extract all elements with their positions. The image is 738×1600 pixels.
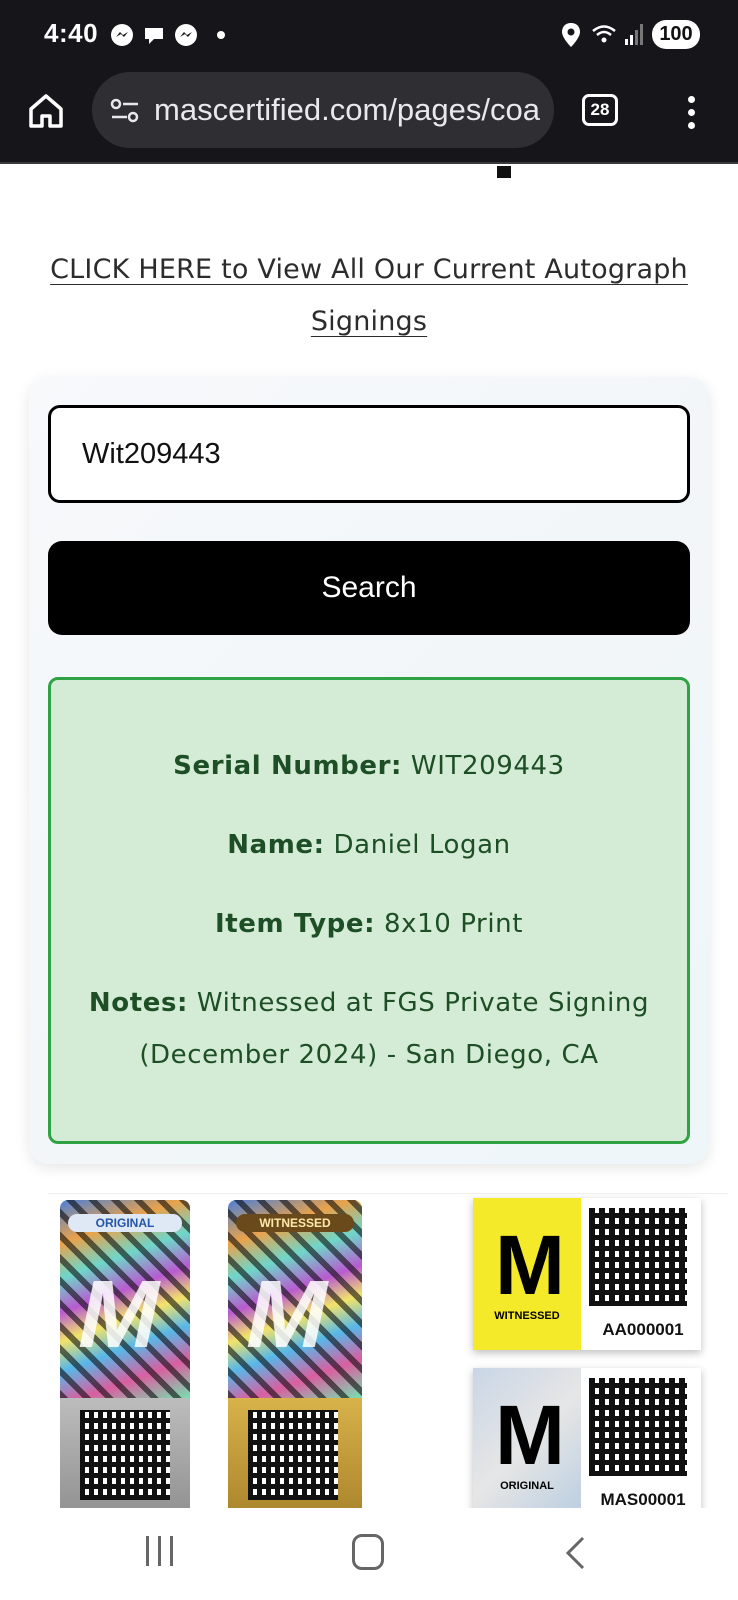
item-type-row: Item Type: 8x10 Print	[71, 898, 667, 950]
holo-sticker-original: ORIGINAL M	[60, 1200, 190, 1508]
address-bar[interactable]: mascertified.com/pages/coa	[92, 72, 554, 148]
notes-label: Notes:	[88, 988, 189, 1018]
holo-witnessed-label: WITNESSED	[236, 1214, 354, 1232]
notes-row: Notes: Witnessed at FGS Private Signing …	[71, 977, 667, 1081]
mas-logo-icon: M	[495, 1218, 565, 1312]
qr-code-icon	[589, 1208, 687, 1306]
signal-icon	[625, 24, 643, 45]
serial-number-label: Serial Number:	[173, 751, 403, 781]
sticker-original-code: MAS00001	[600, 1490, 686, 1508]
location-icon	[562, 23, 580, 47]
browser-toolbar: mascertified.com/pages/coa 28	[0, 70, 738, 164]
chat-icon	[145, 28, 163, 44]
sticker-original-sub: ORIGINAL	[500, 1480, 554, 1492]
battery-icon: 100	[652, 20, 700, 49]
system-nav-bar	[0, 1508, 738, 1600]
name-value: Daniel Logan	[333, 830, 511, 860]
item-type-label: Item Type:	[214, 909, 376, 939]
notes-value: Witnessed at FGS Private Signing (Decemb…	[139, 988, 650, 1070]
authentication-labels-image: ORIGINAL M WITNESSED M M WITNESSED AA000…	[48, 1193, 728, 1508]
back-icon[interactable]	[564, 1536, 586, 1570]
qr-code-icon	[80, 1410, 170, 1500]
url-text[interactable]: mascertified.com/pages/coa	[154, 92, 540, 128]
witnessed-sticker: M WITNESSED AA000001	[473, 1198, 701, 1350]
holo-sticker-witnessed: WITNESSED M	[228, 1200, 362, 1508]
item-type-value: 8x10 Print	[383, 909, 524, 939]
serial-search-input[interactable]	[48, 405, 690, 503]
home-button-icon[interactable]	[352, 1534, 384, 1570]
qr-code-icon	[589, 1378, 687, 1476]
mas-logo-icon: M	[495, 1388, 565, 1482]
name-label: Name:	[227, 830, 325, 860]
name-row: Name: Daniel Logan	[71, 819, 667, 871]
messenger-icon	[175, 24, 197, 46]
tabs-icon[interactable]: 28	[582, 94, 618, 126]
sticker-witnessed-sub: WITNESSED	[494, 1310, 560, 1322]
recents-icon[interactable]	[146, 1536, 178, 1568]
notification-dot	[217, 31, 225, 39]
view-signings-link[interactable]: CLICK HERE to View All Our Current Autog…	[50, 244, 688, 348]
status-bar: 4:40 100	[0, 0, 738, 70]
messenger-icon	[111, 24, 133, 46]
holo-original-label: ORIGINAL	[68, 1214, 182, 1232]
sticker-witnessed-code: AA000001	[602, 1320, 684, 1339]
original-sticker: M ORIGINAL MAS00001	[473, 1368, 701, 1508]
verification-result: Serial Number: WIT209443 Name: Daniel Lo…	[48, 677, 690, 1144]
serial-number-row: Serial Number: WIT209443	[71, 740, 667, 792]
status-time: 4:40	[44, 18, 99, 48]
search-button[interactable]: Search	[48, 541, 690, 635]
site-settings-icon[interactable]	[110, 98, 140, 124]
qr-code-icon	[248, 1410, 338, 1500]
coa-lookup-card: Search Serial Number: WIT209443 Name: Da…	[29, 377, 709, 1164]
page-fragment	[497, 166, 511, 178]
more-menu-icon[interactable]	[682, 96, 702, 130]
wifi-icon	[592, 25, 616, 43]
serial-number-value: WIT209443	[410, 751, 565, 781]
home-icon[interactable]	[28, 92, 64, 130]
